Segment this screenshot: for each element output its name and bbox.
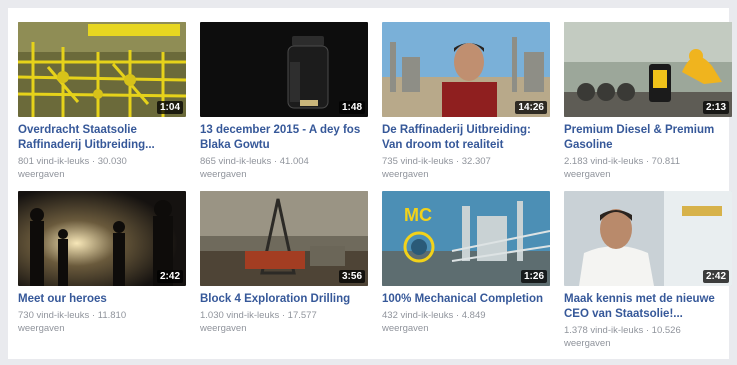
video-meta: 1.030 vind-ik-leuks · 17.577 weergaven xyxy=(200,309,368,335)
video-thumbnail[interactable]: 2:42 xyxy=(564,191,732,286)
views-label: weergaven xyxy=(382,169,429,180)
video-title[interactable]: Premium Diesel & Premium Gasoline xyxy=(564,123,732,153)
video-card[interactable]: 14:26 De Raffinaderij Uitbreiding: Van d… xyxy=(382,22,550,181)
video-card[interactable]: 1:48 13 december 2015 - A dey fos Blaka … xyxy=(200,22,368,181)
video-card[interactable]: 3:56 Block 4 Exploration Drilling 1.030 … xyxy=(200,191,368,350)
video-grid: 1:04 Overdracht Staatsolie Raffinaderij … xyxy=(18,22,732,350)
video-thumbnail[interactable]: 2:42 xyxy=(18,191,186,286)
like-count: 1.030 vind-ik-leuks xyxy=(200,310,280,321)
video-card[interactable]: 2:42 Meet our heroes 730 vind-ik-leuks ·… xyxy=(18,191,186,350)
duration-badge: 1:26 xyxy=(520,270,547,283)
view-count: 70.811 xyxy=(651,156,681,167)
video-meta: 432 vind-ik-leuks · 4.849 weergaven xyxy=(382,309,550,335)
video-title[interactable]: 100% Mechanical Completion xyxy=(382,292,550,307)
video-title[interactable]: 13 december 2015 - A dey fos Blaka Gowtu xyxy=(200,123,368,153)
like-count: 735 vind-ik-leuks xyxy=(382,156,454,167)
video-thumbnail[interactable]: 2:13 xyxy=(564,22,732,117)
video-thumbnail[interactable]: MC 1:26 xyxy=(382,191,550,286)
views-label: weergaven xyxy=(18,169,65,180)
video-card[interactable]: 2:13 Premium Diesel & Premium Gasoline 2… xyxy=(564,22,732,181)
like-count: 801 vind-ik-leuks xyxy=(18,156,90,167)
views-label: weergaven xyxy=(382,323,429,334)
views-label: weergaven xyxy=(564,338,611,349)
view-count: 41.004 xyxy=(279,156,309,167)
view-count: 10.526 xyxy=(651,325,681,336)
like-count: 2.183 vind-ik-leuks xyxy=(564,156,644,167)
video-title[interactable]: Block 4 Exploration Drilling xyxy=(200,292,368,307)
video-thumbnail[interactable]: 14:26 xyxy=(382,22,550,117)
video-title[interactable]: Meet our heroes xyxy=(18,292,186,307)
views-label: weergaven xyxy=(564,169,611,180)
video-title[interactable]: De Raffinaderij Uitbreiding: Van droom t… xyxy=(382,123,550,153)
like-count: 1.378 vind-ik-leuks xyxy=(564,325,644,336)
video-meta: 2.183 vind-ik-leuks · 70.811 weergaven xyxy=(564,155,732,181)
duration-badge: 2:42 xyxy=(702,270,729,283)
view-count: 32.307 xyxy=(461,156,491,167)
view-count: 4.849 xyxy=(461,310,486,321)
video-card[interactable]: 1:04 Overdracht Staatsolie Raffinaderij … xyxy=(18,22,186,181)
duration-badge: 1:48 xyxy=(338,101,365,114)
view-count: 30.030 xyxy=(97,156,127,167)
duration-badge: 2:13 xyxy=(702,101,729,114)
like-count: 730 vind-ik-leuks xyxy=(18,310,90,321)
video-meta: 735 vind-ik-leuks · 32.307 weergaven xyxy=(382,155,550,181)
video-meta: 1.378 vind-ik-leuks · 10.526 weergaven xyxy=(564,324,732,350)
video-thumbnail[interactable]: 1:04 xyxy=(18,22,186,117)
video-thumbnail[interactable]: 3:56 xyxy=(200,191,368,286)
view-count: 11.810 xyxy=(97,310,127,321)
video-meta: 801 vind-ik-leuks · 30.030 weergaven xyxy=(18,155,186,181)
video-thumbnail[interactable]: 1:48 xyxy=(200,22,368,117)
video-meta: 730 vind-ik-leuks · 11.810 weergaven xyxy=(18,309,186,335)
views-label: weergaven xyxy=(200,169,247,180)
video-panel: 1:04 Overdracht Staatsolie Raffinaderij … xyxy=(8,8,732,359)
duration-badge: 2:42 xyxy=(156,270,183,283)
views-label: weergaven xyxy=(200,323,247,334)
view-count: 17.577 xyxy=(287,310,317,321)
duration-badge: 3:56 xyxy=(338,270,365,283)
video-title[interactable]: Maak kennis met de nieuwe CEO van Staats… xyxy=(564,292,732,322)
views-label: weergaven xyxy=(18,323,65,334)
duration-badge: 14:26 xyxy=(515,101,547,114)
video-meta: 865 vind-ik-leuks · 41.004 weergaven xyxy=(200,155,368,181)
like-count: 432 vind-ik-leuks xyxy=(382,310,454,321)
duration-badge: 1:04 xyxy=(156,101,183,114)
svg-text:MC: MC xyxy=(404,205,432,225)
like-count: 865 vind-ik-leuks xyxy=(200,156,272,167)
video-title[interactable]: Overdracht Staatsolie Raffinaderij Uitbr… xyxy=(18,123,186,153)
video-card[interactable]: MC 1:26 100% Mechanical Completion 432 v… xyxy=(382,191,550,350)
video-card[interactable]: 2:42 Maak kennis met de nieuwe CEO van S… xyxy=(564,191,732,350)
